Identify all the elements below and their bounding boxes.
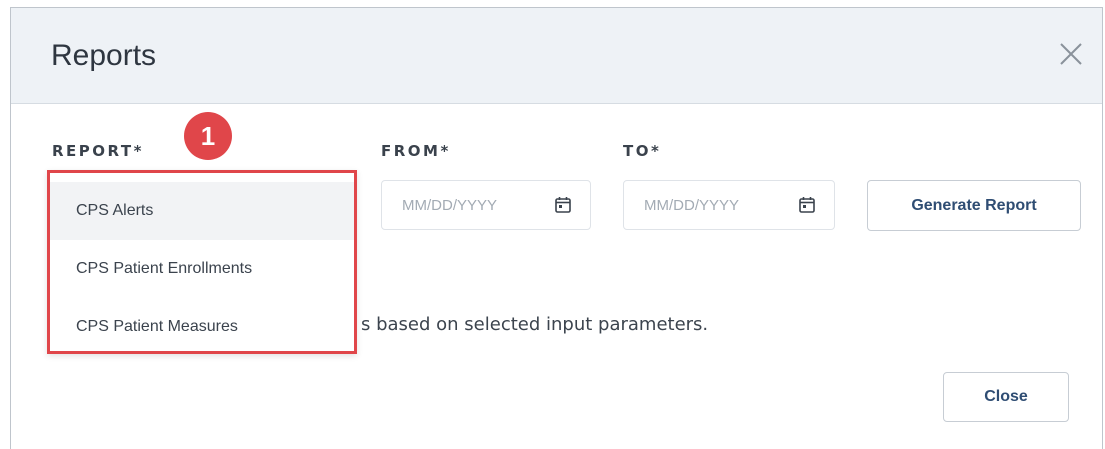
reports-dialog: Reports REPORT* FROM* TO* Gener [10, 7, 1103, 449]
dropdown-option-cps-alerts[interactable]: CPS Alerts [50, 182, 354, 240]
to-date-input[interactable] [644, 196, 784, 214]
to-date-field[interactable] [623, 180, 835, 230]
calendar-icon[interactable] [554, 196, 572, 214]
generate-report-button[interactable]: Generate Report [867, 180, 1081, 231]
report-dropdown-list: CPS Alerts CPS Patient Enrollments CPS P… [47, 170, 357, 354]
info-text-content: s based on selected input parameters. [361, 314, 709, 335]
dialog-title: Reports [51, 39, 157, 72]
step-number-badge: 1 [184, 112, 232, 160]
report-label: REPORT* [52, 142, 144, 160]
from-date-field[interactable] [381, 180, 591, 230]
dropdown-option-cps-patient-enrollments[interactable]: CPS Patient Enrollments [50, 240, 354, 298]
close-button[interactable]: Close [943, 372, 1069, 422]
from-label: FROM* [381, 142, 451, 160]
close-x-icon[interactable] [1053, 36, 1089, 72]
calendar-icon[interactable] [798, 196, 816, 214]
from-date-input[interactable] [402, 196, 542, 214]
to-label: TO* [623, 142, 662, 160]
dialog-header: Reports [11, 8, 1102, 104]
dropdown-option-cps-patient-measures[interactable]: CPS Patient Measures [50, 298, 354, 356]
